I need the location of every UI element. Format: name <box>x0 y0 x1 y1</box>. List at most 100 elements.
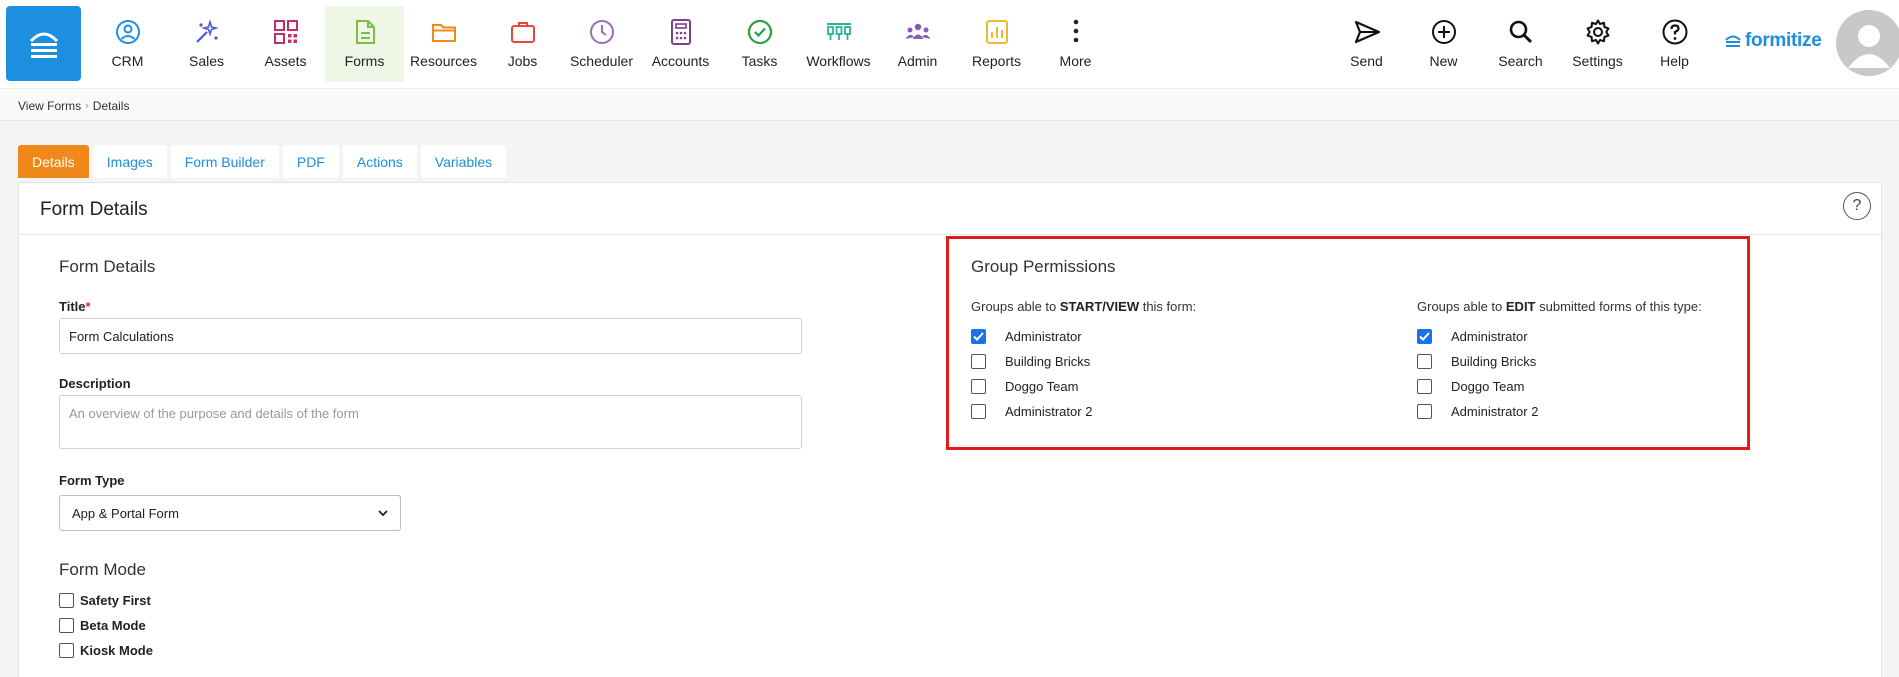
checkbox-box[interactable] <box>1417 404 1432 419</box>
tab-variables[interactable]: Variables <box>420 145 507 178</box>
nav-item-forms[interactable]: Forms <box>325 6 404 82</box>
briefcase-icon <box>510 22 535 43</box>
breadcrumb-separator-icon: › <box>85 100 89 112</box>
nav-item-workflows[interactable]: Workflows <box>799 6 878 82</box>
start-view-group-building-bricks[interactable]: Building Bricks <box>971 349 1196 374</box>
group-label: Administrator <box>1005 329 1082 344</box>
start-view-group-administrator-2[interactable]: Administrator 2 <box>971 399 1196 424</box>
edit-group-doggo-team[interactable]: Doggo Team <box>1417 374 1702 399</box>
group-label: Administrator 2 <box>1451 404 1539 419</box>
search-button[interactable]: Search <box>1482 6 1559 82</box>
nav-label: Accounts <box>651 53 710 69</box>
nav-item-tasks[interactable]: Tasks <box>720 6 799 82</box>
nav-item-resources[interactable]: Resources <box>404 6 483 82</box>
send-button[interactable]: Send <box>1328 6 1405 82</box>
nav-item-more[interactable]: More <box>1036 6 1115 82</box>
qr-code-icon <box>273 20 298 44</box>
nav-label: Tasks <box>741 53 778 69</box>
start-view-emphasis: START/VIEW <box>1059 299 1140 314</box>
checkbox-box[interactable] <box>971 404 986 419</box>
breadcrumb-view-forms[interactable]: View Forms <box>18 99 81 113</box>
description-textarea[interactable]: An overview of the purpose and details o… <box>59 395 802 449</box>
document-icon <box>355 20 375 44</box>
nav-label: Scheduler <box>569 53 634 69</box>
edit-groups: Groups able to EDIT submitted forms of t… <box>1417 299 1702 424</box>
crm-face-icon <box>115 20 140 44</box>
title-label-text: Title <box>59 299 86 314</box>
edit-group-administrator[interactable]: Administrator <box>1417 324 1702 349</box>
tab-form-builder[interactable]: Form Builder <box>170 145 279 178</box>
nav-item-crm[interactable]: CRM <box>88 6 167 82</box>
group-label: Doggo Team <box>1451 379 1525 394</box>
clock-icon <box>589 20 614 44</box>
checkbox-checked[interactable] <box>971 329 986 344</box>
check-circle-icon <box>747 19 772 45</box>
calculator-icon <box>670 19 691 45</box>
checkbox-label: Safety First <box>80 593 151 608</box>
safety-first-checkbox[interactable]: Safety First <box>59 593 151 608</box>
nav-item-jobs[interactable]: Jobs <box>483 6 562 82</box>
checkbox-box[interactable] <box>1417 379 1432 394</box>
edit-group-administrator-2[interactable]: Administrator 2 <box>1417 399 1702 424</box>
user-avatar[interactable] <box>1836 10 1899 76</box>
top-navigation-bar: CRM Sales Assets Forms Resources Jobs Sc… <box>0 0 1899 88</box>
nav-item-reports[interactable]: Reports <box>957 6 1036 82</box>
nav-label: More <box>1059 53 1092 69</box>
card-header: Form Details ? <box>19 183 1881 235</box>
required-marker: * <box>85 299 91 314</box>
start-view-suffix: this form: <box>1139 299 1197 314</box>
breadcrumb-details: Details <box>92 99 130 113</box>
breadcrumb: View Forms › Details <box>18 99 129 113</box>
start-view-heading: Groups able to START/VIEW this form: <box>971 299 1196 314</box>
checkbox-label: Kiosk Mode <box>80 643 153 658</box>
group-label: Administrator <box>1451 329 1528 344</box>
checkbox-box[interactable] <box>971 379 986 394</box>
group-label: Administrator 2 <box>1005 404 1093 419</box>
new-button[interactable]: New <box>1405 6 1482 82</box>
checkbox-checked[interactable] <box>1417 329 1432 344</box>
start-view-group-doggo-team[interactable]: Doggo Team <box>971 374 1196 399</box>
edit-emphasis: EDIT <box>1505 299 1536 314</box>
workflow-icon <box>826 23 851 40</box>
beta-mode-checkbox[interactable]: Beta Mode <box>59 618 146 633</box>
nav-item-scheduler[interactable]: Scheduler <box>562 6 641 82</box>
utility-nav: Send New Search Settings Help <box>1328 6 1713 82</box>
nav-label: Settings <box>1572 53 1623 69</box>
nav-item-admin[interactable]: Admin <box>878 6 957 82</box>
checkbox-box[interactable] <box>1417 354 1432 369</box>
start-view-group-administrator[interactable]: Administrator <box>971 324 1196 349</box>
edit-group-building-bricks[interactable]: Building Bricks <box>1417 349 1702 374</box>
checkbox-box[interactable] <box>59 643 74 658</box>
breadcrumb-bar: View Forms › Details <box>0 88 1899 121</box>
start-view-groups: Groups able to START/VIEW this form: Adm… <box>971 299 1196 424</box>
checkbox-box[interactable] <box>59 618 74 633</box>
gear-icon <box>1586 19 1609 45</box>
settings-button[interactable]: Settings <box>1559 6 1636 82</box>
form-type-select[interactable]: App & Portal Form <box>59 495 401 531</box>
group-label: Doggo Team <box>1005 379 1079 394</box>
tab-details[interactable]: Details <box>18 145 89 178</box>
group-permissions-title: Group Permissions <box>971 257 1116 276</box>
kiosk-mode-checkbox[interactable]: Kiosk Mode <box>59 643 153 658</box>
checkbox-box[interactable] <box>59 593 74 608</box>
nav-item-sales[interactable]: Sales <box>167 6 246 82</box>
help-icon[interactable]: ? <box>1843 192 1871 220</box>
form-details-section-title: Form Details <box>59 257 156 276</box>
brand-name: formitize <box>1745 30 1822 51</box>
more-dots-icon <box>1073 19 1078 43</box>
tab-actions[interactable]: Actions <box>342 145 417 178</box>
bar-chart-icon <box>985 20 1008 44</box>
checkbox-box[interactable] <box>971 354 986 369</box>
help-button[interactable]: Help <box>1636 6 1713 82</box>
edit-heading: Groups able to EDIT submitted forms of t… <box>1417 299 1702 314</box>
title-label: Title* <box>59 299 91 314</box>
brand-mark-icon <box>1725 35 1741 47</box>
tab-images[interactable]: Images <box>92 145 167 178</box>
home-button[interactable] <box>6 6 81 81</box>
nav-item-assets[interactable]: Assets <box>246 6 325 82</box>
title-input[interactable]: Form Calculations <box>59 318 802 354</box>
tab-pdf[interactable]: PDF <box>282 145 339 178</box>
brand-logo[interactable]: formitize <box>1724 30 1822 52</box>
nav-item-accounts[interactable]: Accounts <box>641 6 720 82</box>
plus-circle-icon <box>1431 20 1456 44</box>
